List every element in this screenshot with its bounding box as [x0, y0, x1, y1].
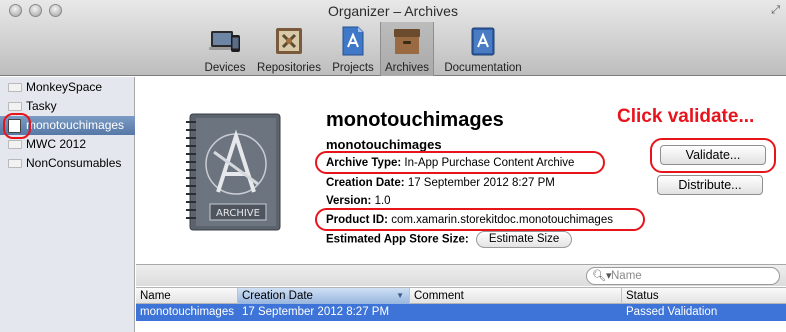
- archive-icon: [8, 102, 22, 111]
- archive-icon: [8, 159, 22, 168]
- sidebar-item-label: Tasky: [26, 99, 57, 113]
- cell-status: Passed Validation: [626, 306, 718, 318]
- sidebar-item-label: monotouchimages: [26, 118, 125, 132]
- toolbar-item-label: Documentation: [444, 62, 522, 74]
- cell-name: monotouchimages: [140, 306, 234, 318]
- devices-icon: [209, 31, 240, 52]
- repositories-icon: [276, 28, 302, 54]
- search-icon: 🔍︎▾: [592, 270, 612, 282]
- archive-icon: [8, 140, 22, 149]
- column-header-comment[interactable]: Comment: [410, 288, 622, 304]
- archive-title: monotouchimages: [326, 109, 504, 131]
- annotation-ring-sidebar: [3, 113, 31, 139]
- toolbar-archives[interactable]: Archives: [380, 22, 434, 76]
- creation-date-label: Creation Date:: [326, 177, 405, 189]
- cell-creation-date: 17 September 2012 8:27 PM: [242, 306, 390, 318]
- toolbar-projects[interactable]: Projects: [328, 22, 378, 76]
- annotation-ring-archive-type: [315, 151, 605, 174]
- column-header-label: Creation Date: [242, 290, 313, 302]
- estimated-size-label: Estimated App Store Size:: [326, 233, 469, 246]
- version-label: Version:: [326, 195, 372, 207]
- creation-date-row: Creation Date: 17 September 2012 8:27 PM: [326, 177, 555, 189]
- table-row[interactable]: monotouchimages 17 September 2012 8:27 P…: [136, 304, 786, 321]
- sidebar-item-label: MonkeySpace: [26, 80, 103, 94]
- estimated-size-row: Estimated App Store Size: Estimate Size: [326, 231, 573, 248]
- table-empty-area: [136, 321, 786, 332]
- toolbar-devices[interactable]: Devices: [200, 22, 250, 76]
- documentation-icon: [471, 27, 495, 56]
- annotation-click-validate: Click validate...: [617, 106, 755, 127]
- search-input[interactable]: [611, 269, 771, 283]
- estimate-size-button[interactable]: Estimate Size: [475, 231, 573, 248]
- annotation-ring-validate: [650, 138, 776, 173]
- archive-document-icon: ARCHIVE: [186, 113, 281, 231]
- column-header-status[interactable]: Status: [622, 288, 786, 304]
- toolbar-item-label: Repositories: [257, 62, 321, 74]
- fullscreen-icon[interactable]: ⤢: [771, 4, 780, 17]
- sidebar-item-monkeyspace[interactable]: MonkeySpace: [0, 78, 135, 97]
- cell-comment[interactable]: [410, 304, 622, 321]
- archives-icon: [394, 29, 420, 54]
- creation-date-value: 17 September 2012 8:27 PM: [407, 177, 555, 189]
- window-title: Organizer – Archives: [328, 3, 458, 19]
- version-row: Version: 1.0: [326, 195, 391, 207]
- sidebar-item-label: NonConsumables: [26, 156, 122, 170]
- window-toolbar: Organizer – Archives ⤢ Devices Repositor…: [0, 0, 786, 76]
- archive-badge-label: ARCHIVE: [216, 208, 260, 219]
- sidebar-item-label: MWC 2012: [26, 137, 87, 151]
- toolbar-item-label: Archives: [384, 62, 430, 74]
- toolbar-item-label: Projects: [332, 62, 374, 74]
- version-value: 1.0: [374, 195, 391, 207]
- filter-bar: 🔍︎▾: [136, 264, 786, 286]
- column-header-name[interactable]: Name: [136, 288, 238, 304]
- archive-icon: [8, 83, 22, 92]
- search-field[interactable]: 🔍︎▾: [586, 267, 780, 285]
- toolbar-documentation[interactable]: Documentation: [438, 22, 528, 76]
- toolbar-item-label: Devices: [204, 62, 246, 74]
- sidebar-item-nonconsumables[interactable]: NonConsumables: [0, 154, 135, 173]
- toolbar-repositories[interactable]: Repositories: [253, 22, 325, 76]
- distribute-button[interactable]: Distribute...: [657, 175, 763, 195]
- annotation-ring-product-id: [315, 208, 645, 231]
- projects-icon: [342, 26, 364, 56]
- table-header: Name Creation Date ▼ Comment Status: [136, 287, 786, 304]
- sort-descending-icon: ▼: [396, 291, 404, 300]
- archive-name: monotouchimages: [326, 137, 442, 152]
- column-header-creation-date[interactable]: Creation Date ▼: [238, 288, 410, 304]
